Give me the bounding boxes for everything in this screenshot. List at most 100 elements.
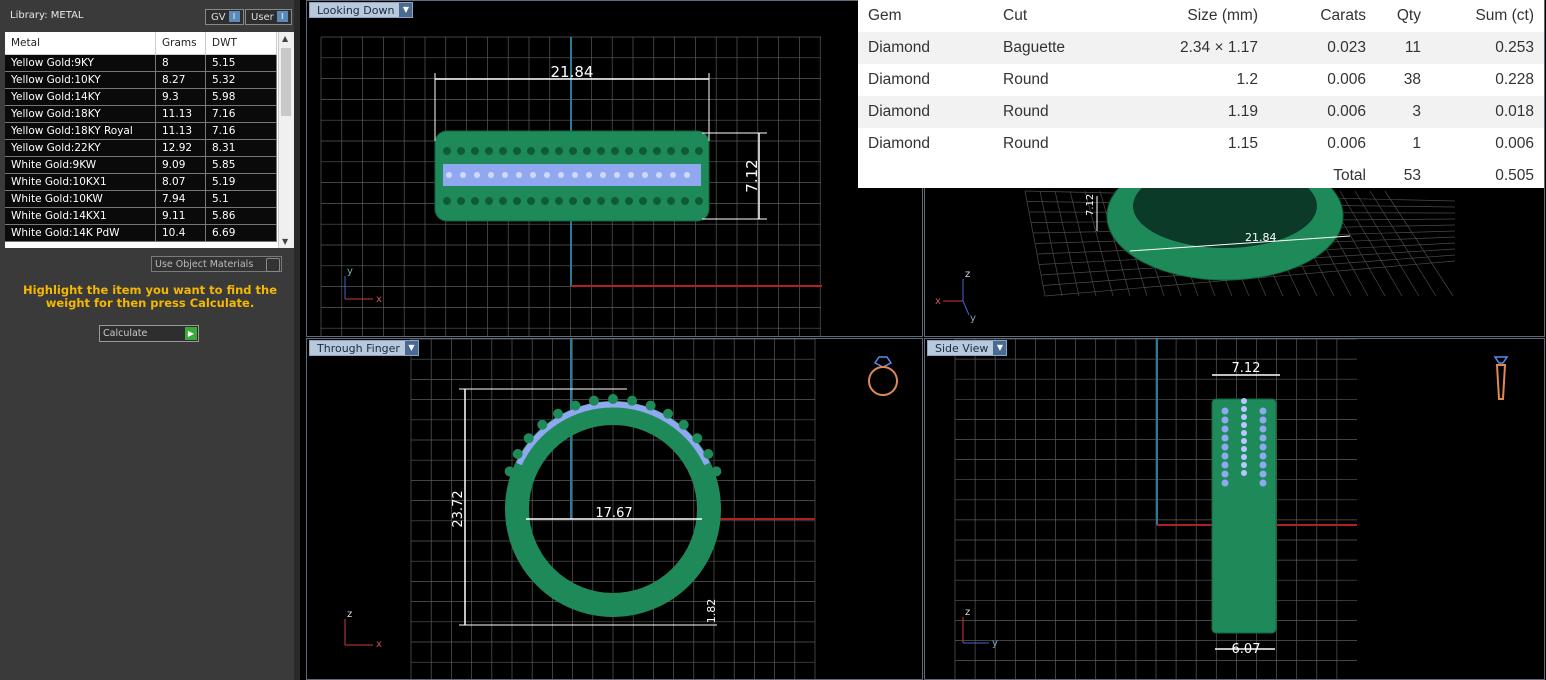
dim-thickness-label: 1.82 <box>705 599 718 624</box>
gem-carats: 0.006 <box>1327 135 1366 152</box>
scroll-up-icon[interactable]: ▲ <box>282 34 288 43</box>
use-object-materials-checkbox[interactable]: Use Object Materials <box>151 256 282 272</box>
gem-bead <box>1221 425 1229 433</box>
metal-row[interactable]: Yellow Gold:9KY 8 5.15 <box>5 54 277 72</box>
metal-dwt: 7.16 <box>205 105 277 123</box>
viewport-through-finger[interactable]: Through Finger ▼ 17.67 23.72 1.82 z x <box>306 338 923 680</box>
gem-bead <box>471 147 479 155</box>
gem-bead <box>457 147 465 155</box>
gem-qty: 11 <box>1376 32 1431 64</box>
metal-grams: 7.94 <box>155 190 206 208</box>
gem-bead <box>681 197 689 205</box>
gem-bead <box>586 172 592 178</box>
metal-name: White Gold:10KX1 <box>5 173 156 191</box>
gem-bead <box>1259 425 1267 433</box>
col-grams[interactable]: Grams <box>155 32 206 55</box>
axis-z-label: z <box>347 609 352 620</box>
metal-grams: 10.4 <box>155 224 206 242</box>
hint-text: Highlight the item you want to find the … <box>23 283 277 310</box>
gem-bead <box>711 466 722 477</box>
gem-carats: 0.006 <box>1268 96 1376 128</box>
dim-top-label: 7.12 <box>1232 361 1261 376</box>
calculate-button[interactable]: Calculate ▶ <box>99 325 199 342</box>
gem-report-table: Gem Cut Size (mm) Carats Qty Sum (ct) Di… <box>858 0 1544 188</box>
gem-bead <box>541 197 549 205</box>
metal-name: Yellow Gold:18KY Royal <box>5 122 156 140</box>
gem-bead <box>1241 470 1247 476</box>
metal-table-scrollbar[interactable]: ▲ ▼ <box>278 32 294 248</box>
metal-dwt: 5.1 <box>205 190 277 208</box>
gem-bead <box>1241 422 1247 428</box>
scroll-down-icon[interactable]: ▼ <box>282 237 288 246</box>
metal-dwt: 5.98 <box>205 88 277 106</box>
gem-sum: 0.253 <box>1431 32 1544 64</box>
gem-bead <box>555 197 563 205</box>
metal-row[interactable]: White Gold:10KW 7.94 5.1 <box>5 190 277 208</box>
gem-bead <box>653 197 661 205</box>
viewport-label-through-finger[interactable]: Through Finger ▼ <box>309 340 419 356</box>
scroll-thumb[interactable] <box>281 48 291 116</box>
total-label: Total <box>1333 167 1366 184</box>
metal-name: Yellow Gold:10KY <box>5 71 156 89</box>
gem-size: 2.34 × 1.17 <box>1118 32 1268 64</box>
gem-bead <box>627 395 638 406</box>
metal-grams: 12.92 <box>155 139 206 157</box>
gem-bead <box>656 172 662 178</box>
gem-name: Diamond <box>868 135 931 152</box>
gem-bead <box>611 147 619 155</box>
axis-z-label: z <box>965 607 970 618</box>
total-sum: 0.505 <box>1495 167 1534 184</box>
gem-bead <box>527 197 535 205</box>
gem-row: Diamond Round 1.15 0.006 1 0.006 <box>858 128 1544 160</box>
viewport-side-view[interactable]: Side View ▼ 7.12 6.07 z y <box>924 338 1545 680</box>
gem-bead <box>513 197 521 205</box>
viewport-label-side-view[interactable]: Side View ▼ <box>927 340 1008 356</box>
gv-toggle[interactable]: GV I <box>205 9 244 25</box>
user-toggle[interactable]: User I <box>245 9 292 25</box>
gem-bead <box>642 172 648 178</box>
gem-table-header: Gem Cut Size (mm) Carats Qty Sum (ct) <box>858 0 1544 32</box>
gem-sum: 0.228 <box>1495 71 1534 88</box>
col-dwt[interactable]: DWT <box>205 32 277 55</box>
gem-row: Diamond Baguette 2.34 × 1.17 0.023 11 0.253 <box>858 32 1544 64</box>
gem-bead <box>684 172 690 178</box>
gem-bead <box>471 197 479 205</box>
metal-dwt: 5.32 <box>205 71 277 89</box>
metal-row[interactable]: White Gold:14K PdW 10.4 6.69 <box>5 224 277 242</box>
metal-row[interactable]: White Gold:9KW 9.09 5.85 <box>5 156 277 174</box>
gem-bead <box>537 419 548 430</box>
user-label: User <box>251 12 274 23</box>
gem-bead <box>555 147 563 155</box>
col-metal[interactable]: Metal <box>5 32 156 55</box>
gem-qty: 38 <box>1403 71 1421 88</box>
metal-row[interactable]: Yellow Gold:18KY Royal 11.13 7.16 <box>5 122 277 140</box>
metal-row[interactable]: Yellow Gold:18KY 11.13 7.16 <box>5 105 277 123</box>
gem-bead <box>653 147 661 155</box>
gem-bead <box>1259 452 1267 460</box>
gem-bead <box>628 172 634 178</box>
metal-row[interactable]: Yellow Gold:14KY 9.3 5.98 <box>5 88 277 106</box>
gem-bead <box>558 172 564 178</box>
checkbox-icon[interactable] <box>266 258 280 272</box>
gem-bead <box>474 172 480 178</box>
viewport-label-looking-down[interactable]: Looking Down ▼ <box>309 2 414 18</box>
total-qty: 53 <box>1403 167 1421 184</box>
gem-sum: 0.006 <box>1495 135 1534 152</box>
metal-row[interactable]: Yellow Gold:10KY 8.27 5.32 <box>5 71 277 89</box>
gem-total-row: Total 53 0.505 <box>858 160 1544 192</box>
metal-name: White Gold:14KX1 <box>5 207 156 225</box>
metal-row[interactable]: White Gold:10KX1 8.07 5.19 <box>5 173 277 191</box>
metal-row[interactable]: Yellow Gold:22KY 12.92 8.31 <box>5 139 277 157</box>
metal-name: Yellow Gold:9KY <box>5 54 156 72</box>
metal-table-header: Metal Grams DWT <box>5 32 277 55</box>
gem-name: Diamond <box>858 96 993 128</box>
metal-name: Yellow Gold:22KY <box>5 139 156 157</box>
metal-row[interactable]: White Gold:14KX1 9.11 5.86 <box>5 207 277 225</box>
axis-y-label: y <box>992 638 998 649</box>
viewport-looking-down[interactable]: Looking Down ▼ 21.84 7.12 y x <box>306 0 923 337</box>
gem-bead <box>1221 470 1229 478</box>
looking-down-canvas: 21.84 7.12 y x <box>320 36 822 336</box>
ring-icon <box>868 356 898 396</box>
metal-dwt: 6.69 <box>205 224 277 242</box>
gem-qty: 1 <box>1412 135 1421 152</box>
